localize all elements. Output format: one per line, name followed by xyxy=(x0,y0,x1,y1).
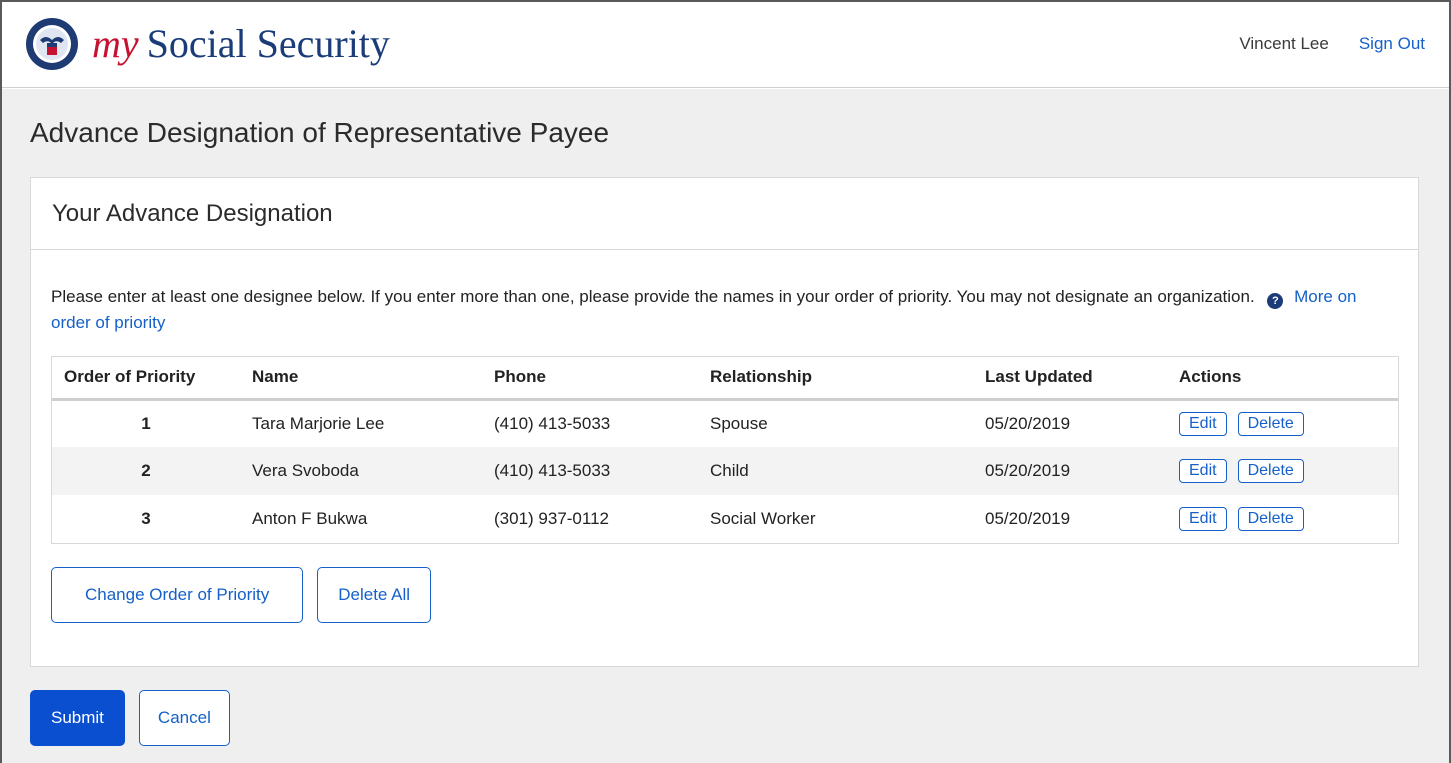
header-order-of-priority: Order of Priority xyxy=(52,357,240,401)
question-circle-icon[interactable]: ? xyxy=(1267,293,1284,309)
top-bar: my Social Security Vincent Lee Sign Out xyxy=(0,0,1451,88)
header-relationship: Relationship xyxy=(698,357,973,401)
brand-name: Social Security xyxy=(146,20,390,66)
row-relationship: Social Worker xyxy=(710,509,816,528)
header-actions: Actions xyxy=(1167,357,1398,401)
row-last-updated: 05/20/2019 xyxy=(985,413,1071,433)
row-last-updated: 05/20/2019 xyxy=(985,509,1071,528)
delete-all-button[interactable]: Delete All xyxy=(317,567,432,623)
edit-button[interactable]: Edit xyxy=(1179,459,1227,483)
instructions-text: Please enter at least one designee below… xyxy=(51,287,1255,306)
delete-button[interactable]: Delete xyxy=(1237,411,1304,436)
row-name: Anton F Bukwa xyxy=(252,509,368,528)
designation-card: Your Advance Designation Please enter at… xyxy=(30,177,1419,667)
row-relationship: Spouse xyxy=(710,413,768,433)
row-name: Tara Marjorie Lee xyxy=(252,413,385,433)
submit-button[interactable]: Submit xyxy=(30,690,125,746)
table-row: 1 Tara Marjorie Lee (410) 413-5033 Spous… xyxy=(52,399,1398,447)
delete-button[interactable]: Delete xyxy=(1237,459,1304,483)
row-actions: Edit Delete xyxy=(1167,399,1398,447)
header-phone: Phone xyxy=(482,357,698,401)
edit-button[interactable]: Edit xyxy=(1179,507,1227,531)
table-row: 2 Vera Svoboda (410) 413-5033 Child 05/2… xyxy=(52,447,1398,495)
sign-out-link[interactable]: Sign Out xyxy=(1359,34,1425,54)
brand-logo-text: my Social Security xyxy=(92,20,390,66)
row-phone: (410) 413-5033 xyxy=(494,413,611,433)
row-phone: (410) 413-5033 xyxy=(482,447,698,495)
row-priority: 2 xyxy=(52,447,240,495)
row-phone: (301) 937-0112 xyxy=(494,509,609,528)
ssa-seal-icon xyxy=(26,17,78,70)
row-priority: 1 xyxy=(141,413,151,433)
row-actions: Edit Delete xyxy=(1167,447,1398,495)
card-actions: Change Order of Priority Delete All xyxy=(51,567,1398,623)
delete-button[interactable]: Delete xyxy=(1237,507,1304,531)
table-row: 3 Anton F Bukwa (301) 937-0112 Social Wo… xyxy=(52,495,1398,543)
row-last-updated: 05/20/2019 xyxy=(973,447,1167,495)
cancel-button[interactable]: Cancel xyxy=(138,690,230,746)
row-priority: 3 xyxy=(141,509,151,528)
page-title: Advance Designation of Representative Pa… xyxy=(30,117,610,148)
table-header-row: Order of Priority Name Phone Relationshi… xyxy=(52,357,1398,401)
card-body: Please enter at least one designee below… xyxy=(31,250,1418,623)
user-name: Vincent Lee xyxy=(1239,33,1329,53)
page-content: Advance Designation of Representative Pa… xyxy=(0,89,1451,763)
instructions: Please enter at least one designee below… xyxy=(51,284,1391,336)
page-actions: Submit Cancel xyxy=(30,690,230,746)
edit-button[interactable]: Edit xyxy=(1179,411,1227,436)
user-area: Vincent Lee Sign Out xyxy=(1239,34,1425,54)
brand-prefix: my xyxy=(92,20,139,66)
row-relationship: Child xyxy=(698,447,973,495)
row-name: Vera Svoboda xyxy=(240,447,482,495)
designee-table: Order of Priority Name Phone Relationshi… xyxy=(51,356,1399,544)
header-name: Name xyxy=(240,357,482,401)
card-title: Your Advance Designation xyxy=(52,199,333,227)
change-order-button[interactable]: Change Order of Priority xyxy=(51,567,304,623)
row-actions: Edit Delete xyxy=(1167,495,1398,543)
header-last-updated: Last Updated xyxy=(973,357,1167,401)
card-header: Your Advance Designation xyxy=(31,178,1418,250)
